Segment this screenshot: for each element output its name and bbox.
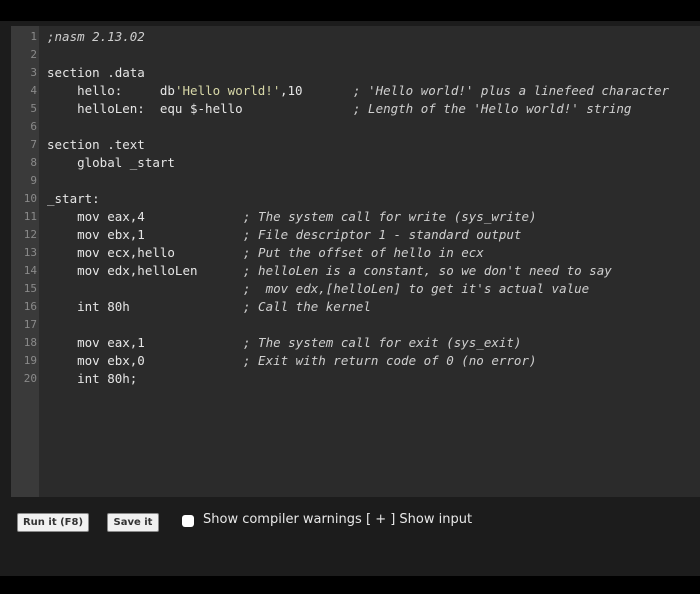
code-string: 'Hello world!'	[175, 83, 281, 98]
code-line: ;nasm 2.13.02	[47, 28, 145, 46]
show-input-toggle[interactable]: [ + ] Show input	[366, 512, 472, 527]
line-number: 13	[23, 246, 37, 259]
code-line: _start:	[47, 190, 100, 208]
line-number: 14	[23, 264, 37, 277]
code-comment: ; The system call for write (sys_write)	[243, 209, 537, 224]
compiler-warnings-label[interactable]: Show compiler warnings	[203, 512, 362, 527]
code-line: mov ebx,0 ; Exit with return code of 0 (…	[47, 352, 536, 370]
line-number: 10	[23, 192, 37, 205]
code-text: section .text	[47, 137, 145, 152]
line-number: 9	[30, 174, 37, 187]
line-number: 19	[23, 354, 37, 367]
save-button[interactable]: Save it	[107, 513, 159, 532]
code-comment: ;nasm 2.13.02	[47, 29, 145, 44]
code-comment: ; Call the kernel	[243, 299, 371, 314]
line-number: 4	[30, 84, 37, 97]
code-comment: ; The system call for exit (sys_exit)	[243, 335, 522, 350]
code-text: helloLen: equ $-hello	[47, 101, 243, 116]
code-line: mov ebx,1 ; File descriptor 1 - standard…	[47, 226, 521, 244]
code-text: mov edx,helloLen	[47, 263, 198, 278]
code-comment: ; File descriptor 1 - standard output	[243, 227, 522, 242]
code-text: int 80h;	[47, 371, 138, 386]
code-text: mov eax,4	[47, 209, 145, 224]
line-number: 5	[30, 102, 37, 115]
line-number: 8	[30, 156, 37, 169]
toolbar: Run it (F8) Save it Show compiler warnin…	[0, 497, 700, 576]
code-line: ; mov edx,[helloLen] to get it's actual …	[47, 280, 589, 298]
code-line: mov eax,4 ; The system call for write (s…	[47, 208, 536, 226]
code-text: mov ebx,0	[47, 353, 145, 368]
code-comment: ; Put the offset of hello in ecx	[243, 245, 484, 260]
code-line: helloLen: equ $-hello ; Length of the 'H…	[47, 100, 631, 118]
code-line: mov edx,helloLen ; helloLen is a constan…	[47, 262, 612, 280]
code-line: mov eax,1 ; The system call for exit (sy…	[47, 334, 521, 352]
line-number: 7	[30, 138, 37, 151]
code-line: int 80h ; Call the kernel	[47, 298, 371, 316]
run-button[interactable]: Run it (F8)	[17, 513, 89, 532]
compiler-warnings-checkbox[interactable]	[182, 515, 194, 527]
code-text: section .data	[47, 65, 145, 80]
code-text: _start:	[47, 191, 100, 206]
line-number: 3	[30, 66, 37, 79]
code-line: hello: db 'Hello world!' ,10 ; 'Hello wo…	[47, 82, 669, 100]
line-number: 18	[23, 336, 37, 349]
code-comment: ; Exit with return code of 0 (no error)	[243, 353, 537, 368]
code-area[interactable]: ;nasm 2.13.02 section .data hello: db 'H…	[47, 26, 700, 497]
line-number-gutter: 1 2 3 4 5 6 7 8 9 10 11 12 13 14 15 16 1…	[11, 26, 39, 497]
line-number: 20	[23, 372, 37, 385]
line-number: 6	[30, 120, 37, 133]
code-text: mov eax,1	[47, 335, 145, 350]
line-number: 17	[23, 318, 37, 331]
code-comment: ; Length of the 'Hello world!' string	[353, 101, 632, 116]
code-line: int 80h;	[47, 370, 137, 388]
code-editor[interactable]: 1 2 3 4 5 6 7 8 9 10 11 12 13 14 15 16 1…	[11, 26, 700, 497]
line-number: 11	[23, 210, 37, 223]
code-line: mov ecx,hello ; Put the offset of hello …	[47, 244, 484, 262]
code-text: ,10	[280, 83, 303, 98]
line-number: 15	[23, 282, 37, 295]
top-bar	[0, 0, 700, 21]
line-number: 2	[30, 48, 37, 61]
code-line: section .data	[47, 64, 145, 82]
line-number: 12	[23, 228, 37, 241]
code-text: mov ebx,1	[47, 227, 145, 242]
code-text: global _start	[47, 155, 175, 170]
bottom-bar	[0, 576, 700, 594]
code-comment: ; 'Hello world!' plus a linefeed charact…	[353, 83, 670, 98]
line-number: 1	[30, 30, 37, 43]
code-comment: ; mov edx,[helloLen] to get it's actual …	[243, 281, 590, 296]
code-text: mov ecx,hello	[47, 245, 175, 260]
code-line: section .text	[47, 136, 145, 154]
line-number: 16	[23, 300, 37, 313]
code-line: global _start	[47, 154, 175, 172]
code-text: int 80h	[47, 299, 130, 314]
code-comment: ; helloLen is a constant, so we don't ne…	[243, 263, 612, 278]
code-text: hello: db	[47, 83, 183, 98]
